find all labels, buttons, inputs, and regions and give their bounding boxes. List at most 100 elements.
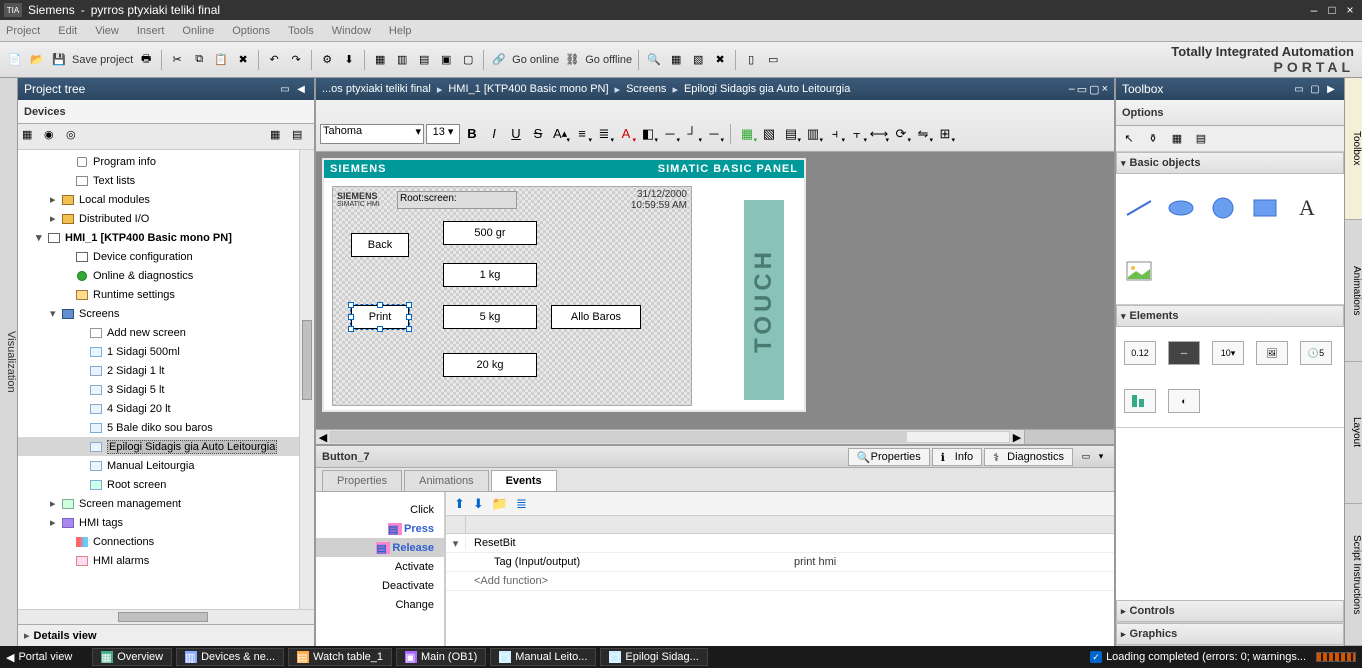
event-click[interactable]: Click [316, 500, 444, 519]
bc-float-icon[interactable]: ▭ [1077, 83, 1087, 96]
tree-body[interactable]: Program info Text lists ▸Local modules ▸… [18, 150, 314, 609]
line-end-button[interactable]: ─ [704, 124, 724, 144]
hmi-screen-area[interactable]: SIEMENS SIMATIC HMI Root:screen: 31/12/2… [332, 186, 692, 406]
tab-info[interactable]: ℹInfo [932, 448, 982, 466]
tree-horizontal-scrollbar[interactable] [18, 609, 314, 624]
event-activate[interactable]: Activate [316, 557, 444, 576]
goonline-icon[interactable]: 🔗 [490, 51, 508, 69]
tree-screen-root[interactable]: Root screen [18, 475, 314, 494]
copy-icon[interactable]: ⧉ [190, 51, 208, 69]
grid-button[interactable]: ⊞ [935, 124, 955, 144]
sb-watch[interactable]: ▤Watch table_1 [288, 648, 392, 666]
paste-icon[interactable]: 📋 [212, 51, 230, 69]
tbx-stamp-icon[interactable]: ⚱ [1144, 130, 1162, 148]
el-symbolic[interactable]: 10▾ [1212, 341, 1244, 365]
download-icon[interactable]: ⬇ [340, 51, 358, 69]
open-project-icon[interactable]: 📂 [28, 51, 46, 69]
tree-tb-2[interactable]: ◉ [44, 128, 62, 146]
menu-tools[interactable]: Tools [288, 25, 314, 37]
redo-icon[interactable]: ↷ [287, 51, 305, 69]
rtab-animations[interactable]: Animations [1345, 220, 1362, 362]
bc-max-icon[interactable]: ▢ [1089, 83, 1099, 96]
bc-device[interactable]: HMI_1 [KTP400 Basic mono PN] [448, 83, 608, 95]
line-style-button[interactable]: ─ [660, 124, 680, 144]
maximize-button[interactable]: □ [1324, 3, 1340, 17]
distribute-button[interactable]: ⫟ [847, 124, 867, 144]
delete-icon[interactable]: ✖ [234, 51, 252, 69]
move-up-icon[interactable]: ⬆ [454, 496, 465, 512]
el-button[interactable]: ─ [1168, 341, 1200, 365]
compile-icon[interactable]: ⚙ [318, 51, 336, 69]
menu-window[interactable]: Window [332, 25, 371, 37]
simulate-icon[interactable]: ▦ [371, 51, 389, 69]
subtab-properties[interactable]: Properties [322, 470, 402, 491]
hmi-btn-20kg[interactable]: 20 kg [443, 353, 537, 377]
event-release[interactable]: ▤Release [316, 538, 444, 557]
tree-hmi-alarms[interactable]: HMI alarms [18, 551, 314, 570]
font-size-up-button[interactable]: A▴ [550, 124, 570, 144]
sb-main[interactable]: ▣Main (OB1) [396, 648, 486, 666]
bold-button[interactable]: B [462, 124, 482, 144]
tree-screen-4[interactable]: 4 Sidagi 20 lt [18, 399, 314, 418]
hw4-icon[interactable]: ▢ [459, 51, 477, 69]
size-button[interactable]: ⟷ [869, 124, 889, 144]
el-datetime[interactable]: 🕔5 [1300, 341, 1332, 365]
sb-epilogi[interactable]: ▢Epilogi Sidag... [600, 648, 707, 666]
shape-line[interactable] [1124, 198, 1154, 218]
tree-tb-5[interactable]: ▤ [292, 128, 310, 146]
tbx-pin-icon[interactable]: ▭ [1292, 82, 1306, 96]
hw2-icon[interactable]: ▤ [415, 51, 433, 69]
tree-device-config[interactable]: Device configuration [18, 247, 314, 266]
tree-add-screen[interactable]: Add new screen [18, 323, 314, 342]
tbx-layer-icon[interactable]: ▦ [1168, 130, 1186, 148]
sb-manual[interactable]: ▢Manual Leito... [490, 648, 596, 666]
bc-screens[interactable]: Screens [626, 83, 666, 95]
shape-text[interactable]: A [1292, 198, 1322, 218]
flip-button[interactable]: ⇋ [913, 124, 933, 144]
el-bar[interactable] [1124, 389, 1156, 413]
shape-image[interactable] [1124, 261, 1154, 281]
menu-online[interactable]: Online [182, 25, 214, 37]
ungroup-button[interactable]: ▧ [759, 124, 779, 144]
tree-distributed-io[interactable]: ▸Distributed I/O [18, 209, 314, 228]
font-color-button[interactable]: A [616, 124, 636, 144]
close-button[interactable]: × [1342, 3, 1358, 17]
sb-devices[interactable]: ▥Devices & ne... [176, 648, 284, 666]
bc-min-icon[interactable]: – [1069, 83, 1075, 96]
save-icon[interactable]: 💾 [50, 51, 68, 69]
cross-ref-icon[interactable]: ▧ [689, 51, 707, 69]
cat-elements[interactable]: ▾Elements [1116, 305, 1344, 327]
subtab-events[interactable]: Events [491, 470, 557, 491]
el-io-field[interactable]: 0.12 [1124, 341, 1156, 365]
tree-hmi-tags[interactable]: ▸HMI tags [18, 513, 314, 532]
split-h-icon[interactable]: ▯ [742, 51, 760, 69]
tree-screen-3[interactable]: 3 Sidagi 5 lt [18, 380, 314, 399]
rtab-layout[interactable]: Layout [1345, 362, 1362, 504]
tree-text-lists[interactable]: Text lists [18, 171, 314, 190]
canvas-scrollbar[interactable]: ◀▶ [316, 429, 1114, 444]
event-press[interactable]: ▤Press [316, 519, 444, 538]
hmi-btn-1kg[interactable]: 1 kg [443, 263, 537, 287]
event-change[interactable]: Change [316, 595, 444, 614]
tree-program-info[interactable]: Program info [18, 152, 314, 171]
bc-close-icon[interactable]: × [1102, 83, 1108, 96]
gooffline-icon[interactable]: ⛓ [563, 51, 581, 69]
event-deactivate[interactable]: Deactivate [316, 576, 444, 595]
subtab-animations[interactable]: Animations [404, 470, 488, 491]
strikethrough-button[interactable]: S [528, 124, 548, 144]
font-size-select[interactable]: 13 ▾ [426, 124, 460, 144]
tree-connections[interactable]: Connections [18, 532, 314, 551]
tree-screen-manual[interactable]: Manual Leitourgia [18, 456, 314, 475]
fn-row-tag[interactable]: Tag (Input/output)print hmi [446, 553, 1114, 572]
bring-front-button[interactable]: ▤ [781, 124, 801, 144]
tree-online-diag[interactable]: Online & diagnostics [18, 266, 314, 285]
menu-edit[interactable]: Edit [58, 25, 77, 37]
hmi-btn-allo[interactable]: Allo Baros [551, 305, 641, 329]
portal-view-button[interactable]: ◀Portal view [6, 651, 72, 664]
tree-runtime-settings[interactable]: Runtime settings [18, 285, 314, 304]
fill-color-button[interactable]: ◧ [638, 124, 658, 144]
tree-local-modules[interactable]: ▸Local modules [18, 190, 314, 209]
menu-insert[interactable]: Insert [137, 25, 165, 37]
tbx-collapse-icon[interactable]: ▶ [1324, 82, 1338, 96]
tree-hmi-device[interactable]: ▾HMI_1 [KTP400 Basic mono PN] [18, 228, 314, 247]
